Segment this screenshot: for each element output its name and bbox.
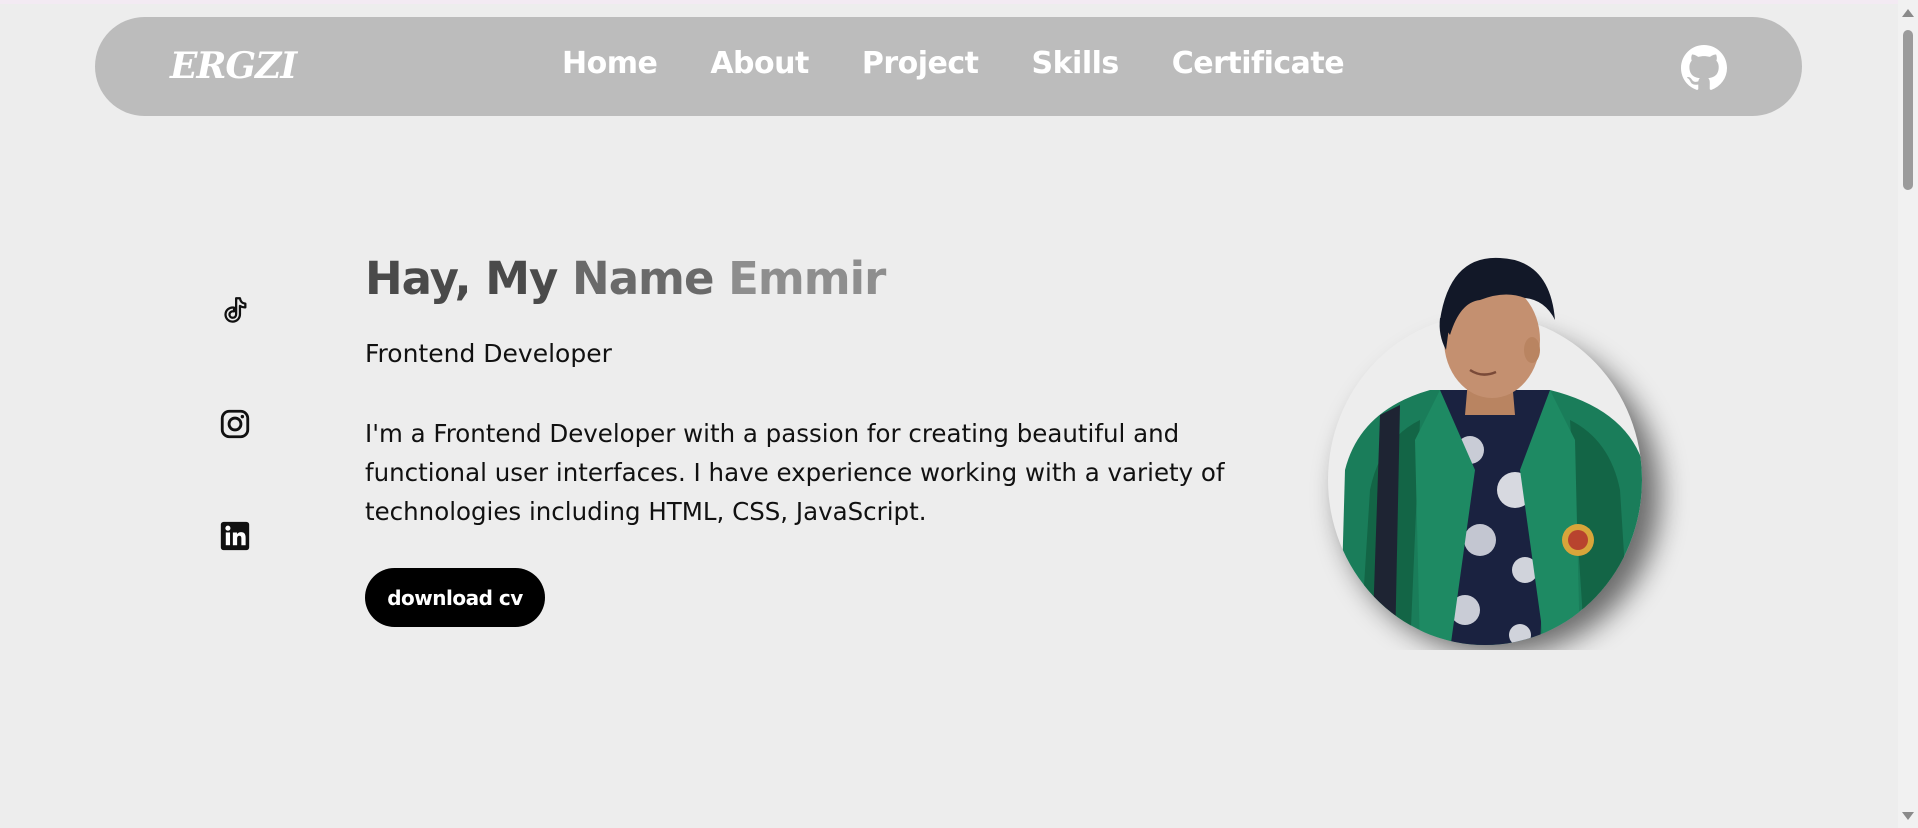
nav-link-home[interactable]: Home	[562, 46, 658, 81]
nav-link-skills[interactable]: Skills	[1032, 46, 1120, 81]
hero-description: I'm a Frontend Developer with a passion …	[365, 419, 1225, 526]
download-cv-button[interactable]: download cv	[365, 568, 545, 627]
vertical-scrollbar[interactable]	[1898, 0, 1918, 828]
nav-link-project[interactable]: Project	[862, 46, 979, 81]
site-logo[interactable]: ERGZI	[170, 45, 297, 87]
hero-title-part2: Name	[572, 252, 714, 305]
page: ERGZI Home About Project Skills Certific…	[0, 0, 1898, 828]
hero-title-name: Emmir	[728, 252, 886, 305]
instagram-icon[interactable]	[218, 407, 252, 441]
nav-links: Home About Project Skills Certificate	[562, 46, 1345, 81]
tiktok-icon[interactable]	[218, 294, 252, 328]
scroll-down-arrow-icon[interactable]	[1902, 812, 1914, 820]
hero-title-part1: Hay, My	[365, 252, 558, 305]
hero-title: Hay, My Name Emmir	[365, 252, 886, 305]
scroll-thumb[interactable]	[1903, 30, 1913, 190]
profile-photo	[1300, 240, 1690, 655]
scroll-up-arrow-icon[interactable]	[1902, 9, 1914, 17]
github-icon[interactable]	[1681, 45, 1727, 91]
navbar: ERGZI Home About Project Skills Certific…	[95, 17, 1802, 116]
linkedin-icon[interactable]	[218, 519, 252, 553]
nav-link-about[interactable]: About	[710, 46, 809, 81]
nav-link-certificate[interactable]: Certificate	[1172, 46, 1345, 81]
hero-role: Frontend Developer	[365, 339, 612, 368]
